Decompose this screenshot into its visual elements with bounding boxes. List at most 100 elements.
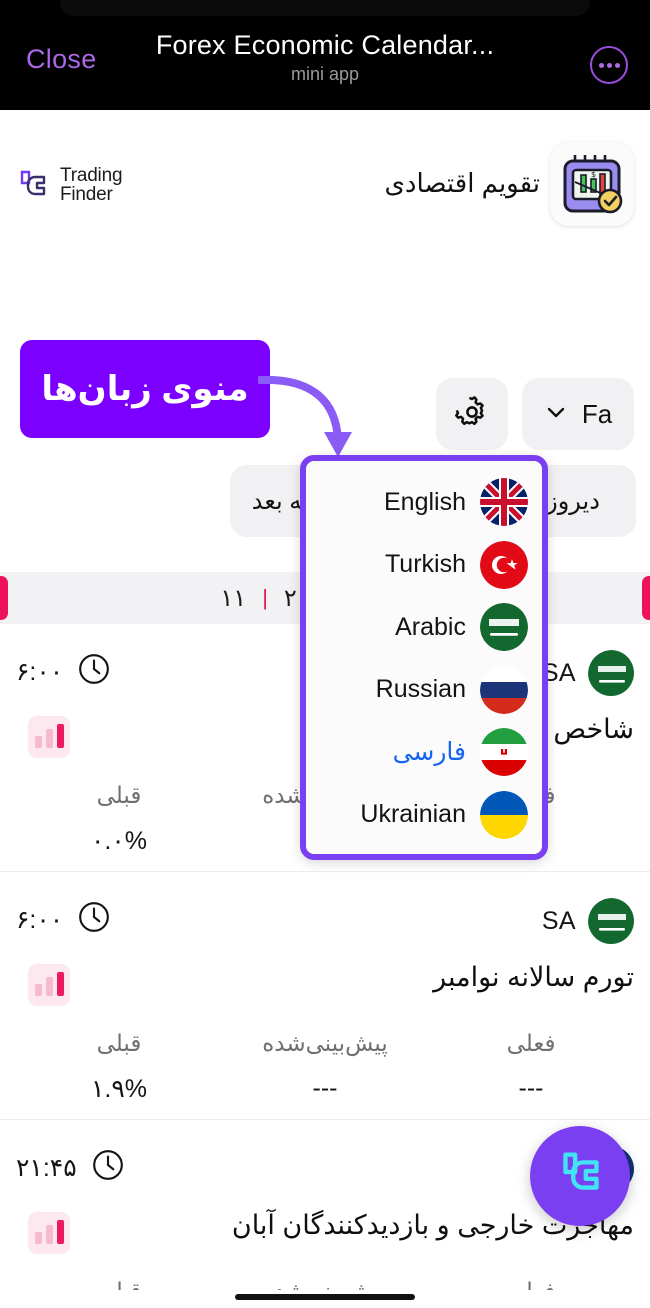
- language-option-label: English: [384, 487, 466, 516]
- event-time-value: ۲۱:۴۵: [16, 1153, 77, 1182]
- date-marker-right: [642, 576, 650, 620]
- notch: [60, 0, 590, 16]
- home-indicator-bar: [0, 1290, 650, 1308]
- impact-bar: [56, 1220, 64, 1244]
- event-name: تورم سالانه نوامبر: [433, 962, 634, 992]
- event-previous-value: ۱.۹%: [90, 1075, 148, 1103]
- impact-icon: [28, 1212, 70, 1254]
- event-actual-label: فعلی: [506, 1030, 556, 1056]
- event-previous: قبلی ۱.۹%: [16, 1030, 222, 1118]
- impact-icon: [28, 964, 70, 1006]
- brand-line-2: Finder: [60, 184, 113, 206]
- flag-saudi-icon: [480, 603, 528, 652]
- event-country: SA: [542, 650, 634, 696]
- event-time: ۶:۰۰: [16, 652, 111, 691]
- event-country: SA: [542, 898, 634, 944]
- event-mid: مهاجرت خارجی و بازدیدکنندگان آبان: [16, 1206, 634, 1278]
- app-content: Trading Finder تقویم اقتصادی $ منوی زبان…: [0, 110, 650, 1308]
- impact-bar: [45, 729, 53, 748]
- flag-saudi-icon: [588, 898, 634, 944]
- annotation-badge-label: منوی زبان‌ها: [41, 370, 249, 408]
- tradingfinder-wordmark: Trading Finder: [60, 165, 123, 206]
- app-header: Trading Finder تقویم اقتصادی $: [0, 110, 650, 226]
- settings-button[interactable]: [436, 378, 508, 450]
- event-time-value: ۶:۰۰: [16, 905, 64, 934]
- clock-icon: [77, 900, 111, 939]
- dot: [598, 62, 604, 68]
- impact-bar: [56, 972, 64, 996]
- app-title: Forex Economic Calendar...: [155, 30, 495, 60]
- language-option-label: Russian: [375, 675, 466, 704]
- dot: [614, 62, 620, 68]
- brand-line-1: Trading: [60, 165, 123, 186]
- chevron-down-icon: [544, 400, 568, 429]
- event-forecast-label: پیش‌بینی‌شده: [262, 1030, 388, 1056]
- tradingfinder-fab[interactable]: [530, 1126, 630, 1226]
- date-strip-left-text: ١١: [220, 584, 247, 612]
- language-option-ukrainian[interactable]: Ukrainian: [320, 786, 528, 844]
- flag-russia-icon: [480, 665, 528, 714]
- language-option-persian[interactable]: فارسی: [320, 723, 528, 781]
- event-actual-value: ---: [518, 1074, 544, 1102]
- language-option-label: فارسی: [392, 738, 466, 767]
- event-forecast: پیش‌بینی‌شده ---: [222, 1030, 428, 1118]
- date-marker-left: [0, 576, 8, 620]
- event-previous-label: قبلی: [96, 1030, 142, 1056]
- impact-bar: [45, 977, 53, 996]
- home-indicator: [235, 1294, 415, 1300]
- language-option-label: Ukrainian: [360, 800, 466, 829]
- flag-uk-icon: [480, 478, 528, 526]
- flag-ukraine-icon: [480, 790, 528, 839]
- flag-saudi-icon: [588, 650, 634, 696]
- topbar-title-block: Forex Economic Calendar... mini app: [0, 30, 650, 85]
- impact-bar: [34, 736, 42, 748]
- language-option-arabic[interactable]: Arabic: [320, 598, 528, 656]
- event-country-code: SA: [541, 906, 576, 935]
- tradingfinder-logo-icon: [549, 1143, 611, 1210]
- event-previous-label: قبلی: [96, 782, 142, 808]
- date-strip-separator: |: [262, 585, 268, 610]
- language-option-label: Turkish: [384, 550, 466, 579]
- event-time-value: ۶:۰۰: [16, 657, 64, 686]
- more-dots-icon[interactable]: [590, 46, 628, 84]
- clock-icon: [91, 1148, 125, 1187]
- dot: [606, 62, 612, 68]
- event-forecast-value: ---: [312, 1074, 338, 1102]
- page-title: تقویم اقتصادی: [384, 168, 540, 198]
- event-previous-value: ۰.۰%: [90, 827, 148, 855]
- economic-calendar-icon: $: [550, 142, 634, 226]
- flag-turkey-icon: [480, 540, 528, 589]
- event-actual: فعلی ---: [428, 1030, 634, 1118]
- clock-icon: [77, 652, 111, 691]
- impact-icon: [28, 716, 70, 758]
- telegram-topbar: Close Forex Economic Calendar... mini ap…: [0, 0, 650, 110]
- event-values: فعلی --- پیش‌بینی‌شده --- قبلی ۱.۹%: [16, 1030, 634, 1118]
- tradingfinder-logo: Trading Finder: [18, 165, 123, 206]
- tradingfinder-mark-icon: [18, 168, 52, 202]
- annotation-badge: منوی زبان‌ها: [20, 340, 270, 438]
- event-top: ۶:۰۰ SA: [16, 872, 634, 958]
- event-time: ۶:۰۰: [16, 900, 111, 939]
- flag-iran-icon: [480, 728, 528, 777]
- svg-text:$: $: [591, 170, 596, 179]
- language-dropdown-menu[interactable]: English Turkish Arabic Russian فارسی Ukr…: [300, 455, 548, 860]
- header-controls: Fa: [436, 378, 634, 450]
- mini-app-screen: Close Forex Economic Calendar... mini ap…: [0, 0, 650, 1308]
- language-selector-button[interactable]: Fa: [522, 378, 634, 450]
- event-mid: تورم سالانه نوامبر: [16, 958, 634, 1030]
- language-option-russian[interactable]: Russian: [320, 661, 528, 719]
- event-time: ۲۱:۴۵: [16, 1148, 125, 1187]
- impact-bar: [34, 984, 42, 996]
- language-option-turkish[interactable]: Turkish: [320, 536, 528, 594]
- curved-arrow-icon: [256, 360, 368, 470]
- app-subtitle: mini app: [290, 64, 360, 84]
- impact-bar: [45, 1225, 53, 1244]
- event-previous: قبلی ۰.۰%: [16, 782, 222, 870]
- language-option-english[interactable]: English: [320, 473, 528, 531]
- language-option-label: Arabic: [395, 612, 466, 641]
- gear-icon: [455, 395, 489, 434]
- table-row[interactable]: ۶:۰۰: [0, 872, 650, 1120]
- impact-bar: [34, 1232, 42, 1244]
- language-selector-value: Fa: [581, 398, 613, 429]
- impact-bar: [56, 724, 64, 748]
